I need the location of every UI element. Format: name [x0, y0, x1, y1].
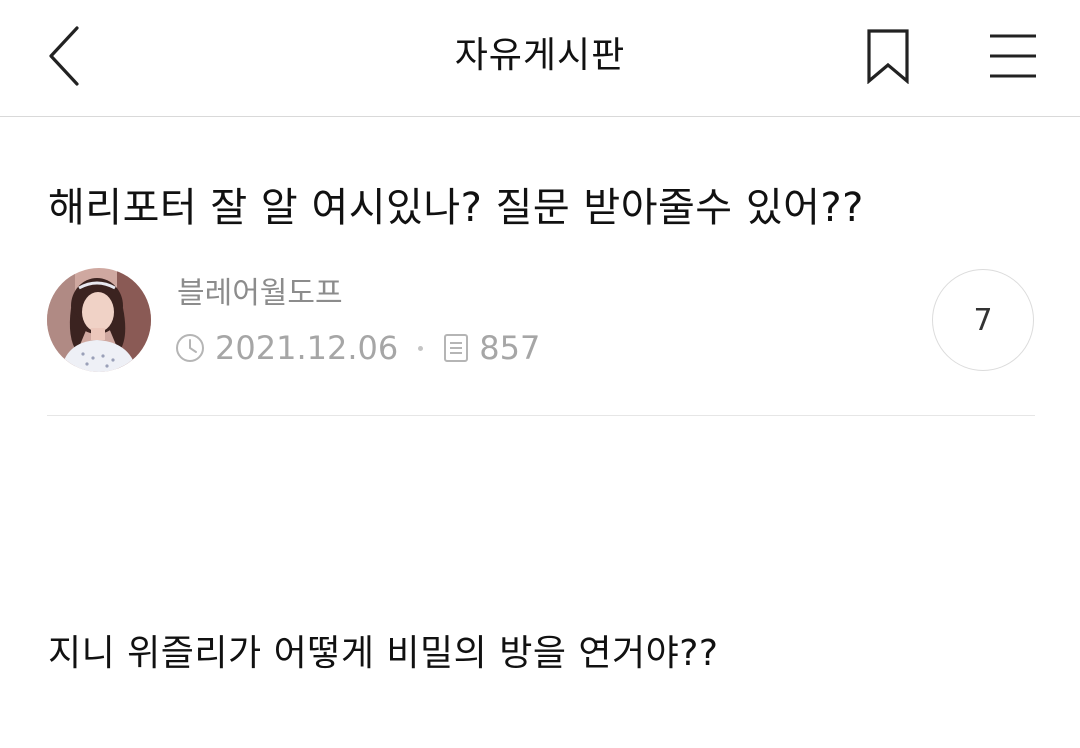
bookmark-button[interactable] — [856, 20, 920, 92]
hamburger-menu-icon — [990, 34, 1036, 78]
chevron-left-icon — [49, 26, 79, 86]
menu-button[interactable] — [978, 20, 1048, 92]
post-title: 해리포터 잘 알 여시있나? 질문 받아줄수 있어?? — [48, 185, 864, 231]
comment-count-button[interactable]: 7 — [932, 269, 1034, 371]
document-icon — [443, 333, 469, 363]
back-button[interactable] — [30, 18, 100, 94]
post-date: 2021.12.06 — [215, 329, 399, 367]
bookmark-icon — [867, 29, 909, 84]
page-title: 자유게시판 — [454, 35, 626, 76]
divider — [47, 415, 1035, 416]
top-bar: 자유게시판 — [0, 0, 1080, 117]
author-avatar[interactable] — [47, 268, 151, 372]
screen: 자유게시판 해리포터 잘 알 여시있나? 질문 받아줄수 있어?? 블레어월도프… — [0, 0, 1080, 748]
author-name[interactable]: 블레어월도프 — [177, 274, 343, 314]
view-count: 857 — [479, 329, 541, 367]
separator-dot — [418, 345, 424, 351]
clock-icon — [175, 333, 205, 363]
post-meta: 2021.12.06 857 — [175, 328, 540, 368]
post-body: 지니 위즐리가 어떻게 비밀의 방을 연거야?? — [48, 633, 719, 674]
avatar-image — [47, 268, 151, 372]
